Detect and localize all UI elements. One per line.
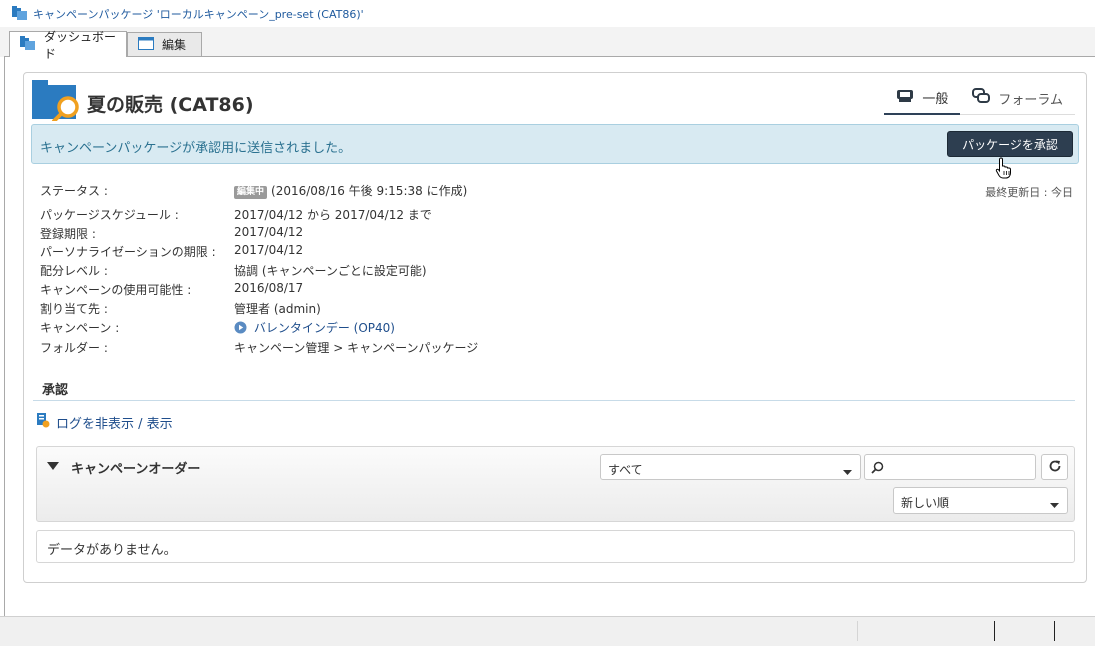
alert-message: キャンペーンパッケージが承認用に送信されました。 — [40, 141, 352, 156]
assignee-label: 割り当て先 : — [40, 302, 108, 316]
refresh-icon — [1048, 459, 1062, 476]
view-tab-general-label: 一般 — [922, 92, 949, 107]
tab-edit[interactable]: 編集 — [127, 32, 202, 56]
empty-message: データがありません。 — [47, 543, 177, 558]
filter-select-value: すべて — [608, 463, 643, 477]
forum-icon — [972, 88, 991, 108]
refresh-button[interactable] — [1041, 454, 1068, 480]
play-circle-icon — [234, 321, 254, 335]
window-titlebar: キャンペーンパッケージ 'ローカルキャンペーン_pre-set (CAT86)' — [0, 0, 1095, 28]
view-tab-forum[interactable]: フォーラム — [960, 86, 1075, 115]
campaign-orders-title: キャンペーンオーダー — [71, 462, 201, 477]
section-divider — [33, 400, 1075, 401]
status-separator — [857, 621, 858, 641]
status-separator — [1054, 621, 1055, 641]
campaign-orders-toggle[interactable]: キャンペーンオーダー — [47, 458, 200, 477]
status-bar — [0, 616, 1095, 646]
availability-value: 2016/08/17 — [234, 281, 304, 295]
page-title: 夏の販売 (CAT86) — [87, 94, 254, 116]
dashboard-icon — [20, 36, 36, 53]
general-icon — [896, 89, 914, 107]
status-value-wrap: 編集中 (2016/08/16 午後 9:15:38 に作成) — [234, 182, 467, 199]
status-value: (2016/08/16 午後 9:15:38 に作成) — [271, 184, 468, 198]
availability-label: キャンペーンの使用可能性 : — [40, 283, 192, 297]
last-updated: 最終更新日 : 今日 — [985, 186, 1073, 199]
sort-select-value: 新しい順 — [901, 496, 950, 510]
folder-label: フォルダー : — [40, 341, 108, 355]
status-label: ステータス : — [40, 184, 108, 198]
log-toggle-link[interactable]: ログを非表示 / 表示 — [36, 412, 173, 432]
campaign-link[interactable]: バレンタインデー (OP40) — [234, 319, 395, 336]
approval-section-title: 承認 — [42, 383, 69, 398]
status-badge: 編集中 — [234, 186, 268, 199]
campaign-link-text: バレンタインデー (OP40) — [253, 321, 395, 335]
distribution-value: 協調 (キャンペーンごとに設定可能) — [234, 264, 427, 278]
assignee-value: 管理者 (admin) — [234, 302, 321, 316]
schedule-value: 2017/04/12 から 2017/04/12 まで — [234, 208, 432, 222]
campaign-label: キャンペーン : — [40, 321, 120, 335]
registration-label: 登録期限 : — [40, 227, 96, 241]
search-icon — [871, 461, 884, 477]
schedule-label: パッケージスケジュール : — [40, 208, 179, 222]
approve-package-button[interactable]: パッケージを承認 — [947, 131, 1073, 157]
hand-cursor-icon — [995, 157, 1013, 182]
empty-state: データがありません。 — [36, 530, 1075, 563]
view-tabs: 一般 フォーラム — [884, 86, 1075, 115]
tab-dashboard[interactable]: ダッシュボード — [9, 30, 127, 61]
folder-value: キャンペーン管理 > キャンペーンパッケージ — [234, 341, 479, 355]
tab-strip: ダッシュボード 編集 — [0, 27, 1095, 61]
distribution-label: 配分レベル : — [40, 264, 108, 278]
log-toggle-text: ログを非表示 / 表示 — [56, 416, 173, 432]
personalization-label: パーソナライゼーションの期限 : — [40, 245, 216, 259]
view-tab-general[interactable]: 一般 — [884, 86, 961, 115]
chevron-down-icon — [843, 465, 852, 479]
view-tab-forum-label: フォーラム — [998, 92, 1063, 108]
package-search-logo-icon — [32, 77, 82, 124]
chevron-down-icon — [1050, 498, 1059, 512]
personalization-value: 2017/04/12 — [234, 243, 304, 257]
status-separator — [994, 621, 995, 641]
search-input[interactable] — [887, 457, 1036, 479]
registration-value: 2017/04/12 — [234, 225, 304, 239]
window-title: キャンペーンパッケージ 'ローカルキャンペーン_pre-set (CAT86)' — [33, 8, 364, 21]
tab-edit-label: 編集 — [162, 38, 187, 52]
sort-select[interactable]: 新しい順 — [893, 487, 1068, 514]
collapse-triangle-icon — [47, 460, 59, 475]
campaign-orders-panel: キャンペーンオーダー すべて 新しい順 — [36, 446, 1075, 522]
status-alert: キャンペーンパッケージが承認用に送信されました。 パッケージを承認 — [31, 124, 1079, 164]
log-doc-icon — [36, 412, 50, 432]
edit-window-icon — [138, 36, 154, 53]
search-box — [864, 454, 1036, 480]
filter-select[interactable]: すべて — [600, 454, 861, 480]
campaign-package-icon — [12, 6, 28, 23]
tab-dashboard-label: ダッシュボード — [44, 29, 117, 61]
